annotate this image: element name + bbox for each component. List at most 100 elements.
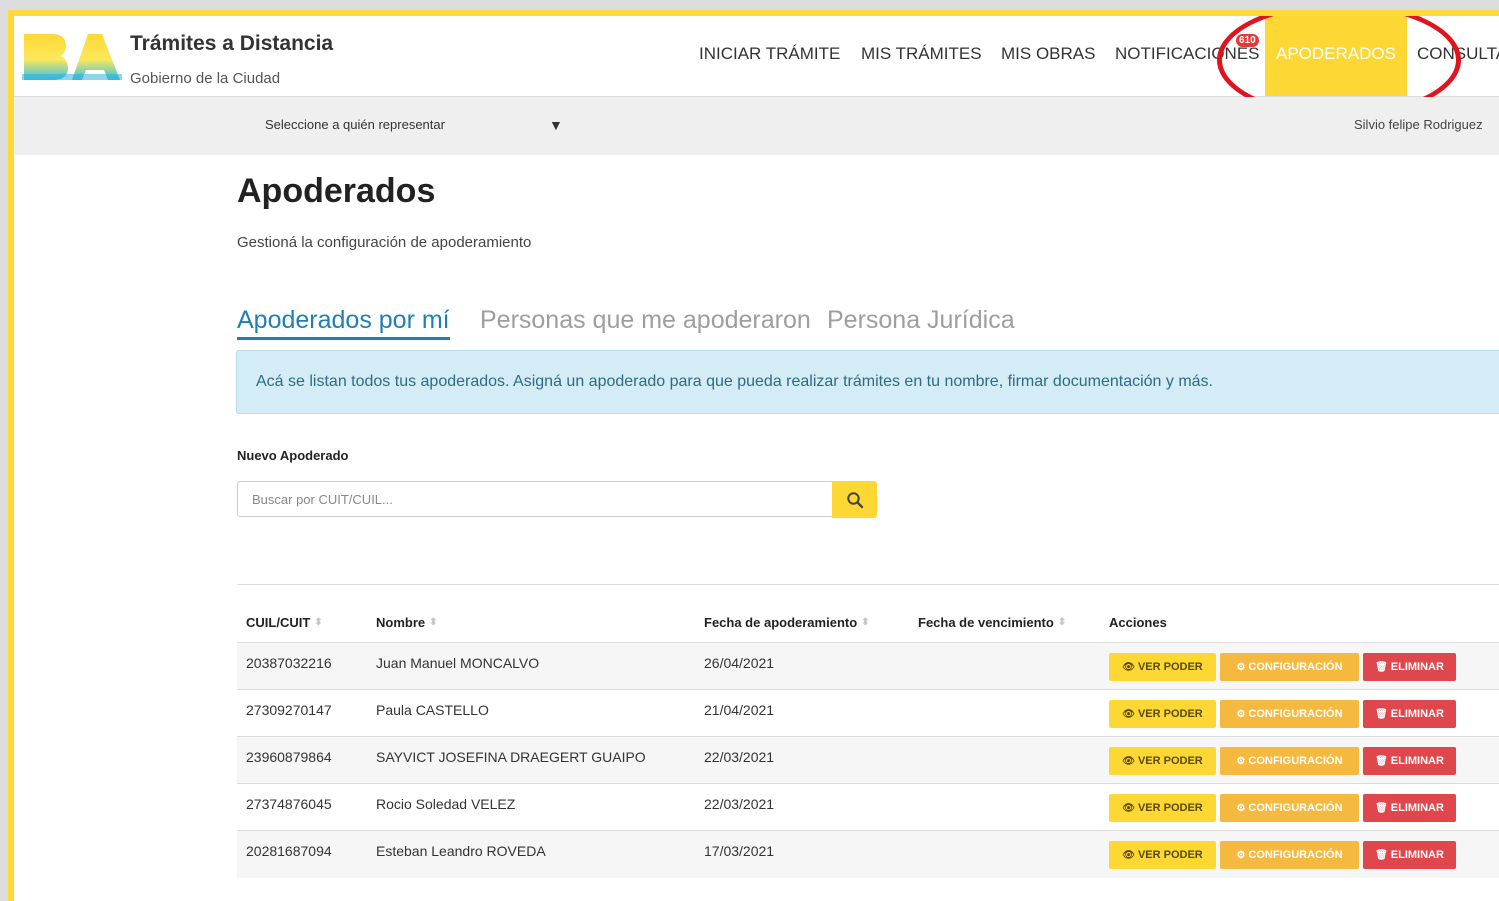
sort-icon[interactable]: ⬍ <box>861 617 869 628</box>
col-header-cuil[interactable]: CUIL/CUIT ⬍ <box>246 615 323 630</box>
notification-count-badge: 610 <box>1236 34 1259 47</box>
app-subtitle: Gobierno de la Ciudad <box>130 70 281 87</box>
cell-cuil: 23960879864 <box>246 749 332 765</box>
eliminar-label: ELIMINAR <box>1390 849 1444 861</box>
eliminar-button[interactable]: 🗑 ELIMINAR <box>1363 841 1456 869</box>
eye-icon: 👁 <box>1122 662 1135 673</box>
cell-fecha-apoderamiento: 22/03/2021 <box>704 749 775 765</box>
eliminar-label: ELIMINAR <box>1390 802 1444 814</box>
cell-nombre: Rocio Soledad VELEZ <box>376 796 516 812</box>
represent-select[interactable]: Seleccione a quién representar <box>265 117 445 132</box>
configuracion-label: CONFIGURACIÓN <box>1248 708 1343 720</box>
gear-icon: ⚙ <box>1236 756 1246 767</box>
ver-poder-button[interactable]: 👁 VER PODER <box>1109 700 1216 728</box>
eliminar-button[interactable]: 🗑 ELIMINAR <box>1363 747 1456 775</box>
configuracion-button[interactable]: ⚙ CONFIGURACIÓN <box>1220 700 1359 728</box>
sort-icon[interactable]: ⬍ <box>314 617 322 628</box>
tab-persona-juridica[interactable]: Persona Jurídica <box>827 306 1015 335</box>
ver-poder-button[interactable]: 👁 VER PODER <box>1109 747 1216 775</box>
page-description: Gestioná la configuración de apoderamien… <box>237 234 532 251</box>
nav-iniciar-tramite[interactable]: INICIAR TRÁMITE <box>699 16 840 96</box>
cell-cuil: 20387032216 <box>246 655 332 671</box>
eye-icon: 👁 <box>1122 756 1135 767</box>
page-title: Apoderados <box>237 172 436 210</box>
configuracion-button[interactable]: ⚙ CONFIGURACIÓN <box>1220 653 1359 681</box>
col-header-fecha-apoderamiento[interactable]: Fecha de apoderamiento ⬍ <box>704 615 870 630</box>
table-row: 20281687094 Esteban Leandro ROVEDA 17/03… <box>237 830 1499 878</box>
nav-apoderados[interactable]: APODERADOS <box>1265 16 1407 96</box>
tab-apoderados-por-mi[interactable]: Apoderados por mí <box>237 306 450 340</box>
gear-icon: ⚙ <box>1236 709 1246 720</box>
top-header: Trámites a Distancia Gobierno de la Ciud… <box>14 16 1499 118</box>
col-header-fecha-vencimiento[interactable]: Fecha de vencimiento ⬍ <box>918 615 1066 630</box>
eliminar-button[interactable]: 🗑 ELIMINAR <box>1363 653 1456 681</box>
gear-icon: ⚙ <box>1236 850 1246 861</box>
ver-poder-label: VER PODER <box>1137 755 1203 767</box>
table-row: 27309270147 Paula CASTELLO 21/04/2021 👁 V… <box>237 689 1499 737</box>
new-apoderado-label: Nuevo Apoderado <box>237 448 349 463</box>
info-alert-text: Acá se listan todos tus apoderados. Asig… <box>256 373 1213 390</box>
configuracion-button[interactable]: ⚙ CONFIGURACIÓN <box>1220 747 1359 775</box>
ver-poder-button[interactable]: 👁 VER PODER <box>1109 841 1216 869</box>
user-name[interactable]: Silvio felipe Rodriguez <box>1354 117 1483 132</box>
configuracion-label: CONFIGURACIÓN <box>1248 755 1343 767</box>
cell-fecha-apoderamiento: 17/03/2021 <box>704 843 775 859</box>
cell-fecha-apoderamiento: 22/03/2021 <box>704 796 775 812</box>
nav-consulta[interactable]: CONSULTA <box>1417 16 1499 96</box>
cell-cuil: 27309270147 <box>246 702 332 718</box>
configuracion-button[interactable]: ⚙ CONFIGURACIÓN <box>1220 794 1359 822</box>
trash-icon: 🗑 <box>1375 756 1388 767</box>
eliminar-button[interactable]: 🗑 ELIMINAR <box>1363 700 1456 728</box>
col-header-nombre[interactable]: Nombre ⬍ <box>376 615 438 630</box>
ver-poder-button[interactable]: 👁 VER PODER <box>1109 653 1216 681</box>
nav-mis-tramites[interactable]: MIS TRÁMITES <box>861 16 982 96</box>
cell-nombre: Paula CASTELLO <box>376 702 489 718</box>
cell-nombre: Esteban Leandro ROVEDA <box>376 843 546 859</box>
tab-personas-que-me-apoderaron[interactable]: Personas que me apoderaron <box>480 306 811 335</box>
gear-icon: ⚙ <box>1236 662 1246 673</box>
representation-bar: Seleccione a quién representar ▼ Silvio … <box>14 97 1499 155</box>
search-button[interactable] <box>832 481 877 518</box>
cell-fecha-apoderamiento: 26/04/2021 <box>704 655 775 671</box>
cuit-search-input[interactable] <box>237 481 833 517</box>
cell-cuil: 20281687094 <box>246 843 332 859</box>
eye-icon: 👁 <box>1122 850 1135 861</box>
divider <box>237 584 1499 585</box>
ver-poder-label: VER PODER <box>1137 849 1203 861</box>
info-alert: Acá se listan todos tus apoderados. Asig… <box>236 350 1499 414</box>
eliminar-label: ELIMINAR <box>1390 661 1444 673</box>
col-header-label: Nombre <box>376 615 426 630</box>
nav-mis-obras[interactable]: MIS OBRAS <box>1001 16 1095 96</box>
configuracion-label: CONFIGURACIÓN <box>1248 661 1343 673</box>
col-header-label: CUIL/CUIT <box>246 615 311 630</box>
eye-icon: 👁 <box>1122 709 1135 720</box>
ver-poder-button[interactable]: 👁 VER PODER <box>1109 794 1216 822</box>
trash-icon: 🗑 <box>1375 803 1388 814</box>
eliminar-label: ELIMINAR <box>1390 708 1444 720</box>
trash-icon: 🗑 <box>1375 850 1388 861</box>
sort-icon[interactable]: ⬍ <box>1058 617 1066 628</box>
ba-logo[interactable] <box>22 28 122 84</box>
cell-nombre: SAYVICT JOSEFINA DRAEGERT GUAIPO <box>376 749 646 765</box>
eye-icon: 👁 <box>1122 803 1135 814</box>
nav-notificaciones[interactable]: NOTIFICACIONES <box>1115 16 1260 96</box>
table-row: 20387032216 Juan Manuel MONCALVO 26/04/2… <box>237 642 1499 690</box>
cell-nombre: Juan Manuel MONCALVO <box>376 655 540 671</box>
sort-icon[interactable]: ⬍ <box>429 617 437 628</box>
table-row: 23960879864 SAYVICT JOSEFINA DRAEGERT GU… <box>237 736 1499 784</box>
ver-poder-label: VER PODER <box>1137 661 1203 673</box>
eliminar-button[interactable]: 🗑 ELIMINAR <box>1363 794 1456 822</box>
col-header-label: Fecha de vencimiento <box>918 615 1054 630</box>
chevron-down-icon[interactable]: ▼ <box>549 117 563 133</box>
gear-icon: ⚙ <box>1236 803 1246 814</box>
configuracion-button[interactable]: ⚙ CONFIGURACIÓN <box>1220 841 1359 869</box>
trash-icon: 🗑 <box>1375 709 1388 720</box>
ver-poder-label: VER PODER <box>1137 708 1203 720</box>
trash-icon: 🗑 <box>1375 662 1388 673</box>
col-header-label: Fecha de apoderamiento <box>704 615 858 630</box>
cell-fecha-apoderamiento: 21/04/2021 <box>704 702 775 718</box>
configuracion-label: CONFIGURACIÓN <box>1248 849 1343 861</box>
search-icon <box>846 491 863 508</box>
eliminar-label: ELIMINAR <box>1390 755 1444 767</box>
page: Trámites a Distancia Gobierno de la Ciud… <box>14 16 1499 901</box>
